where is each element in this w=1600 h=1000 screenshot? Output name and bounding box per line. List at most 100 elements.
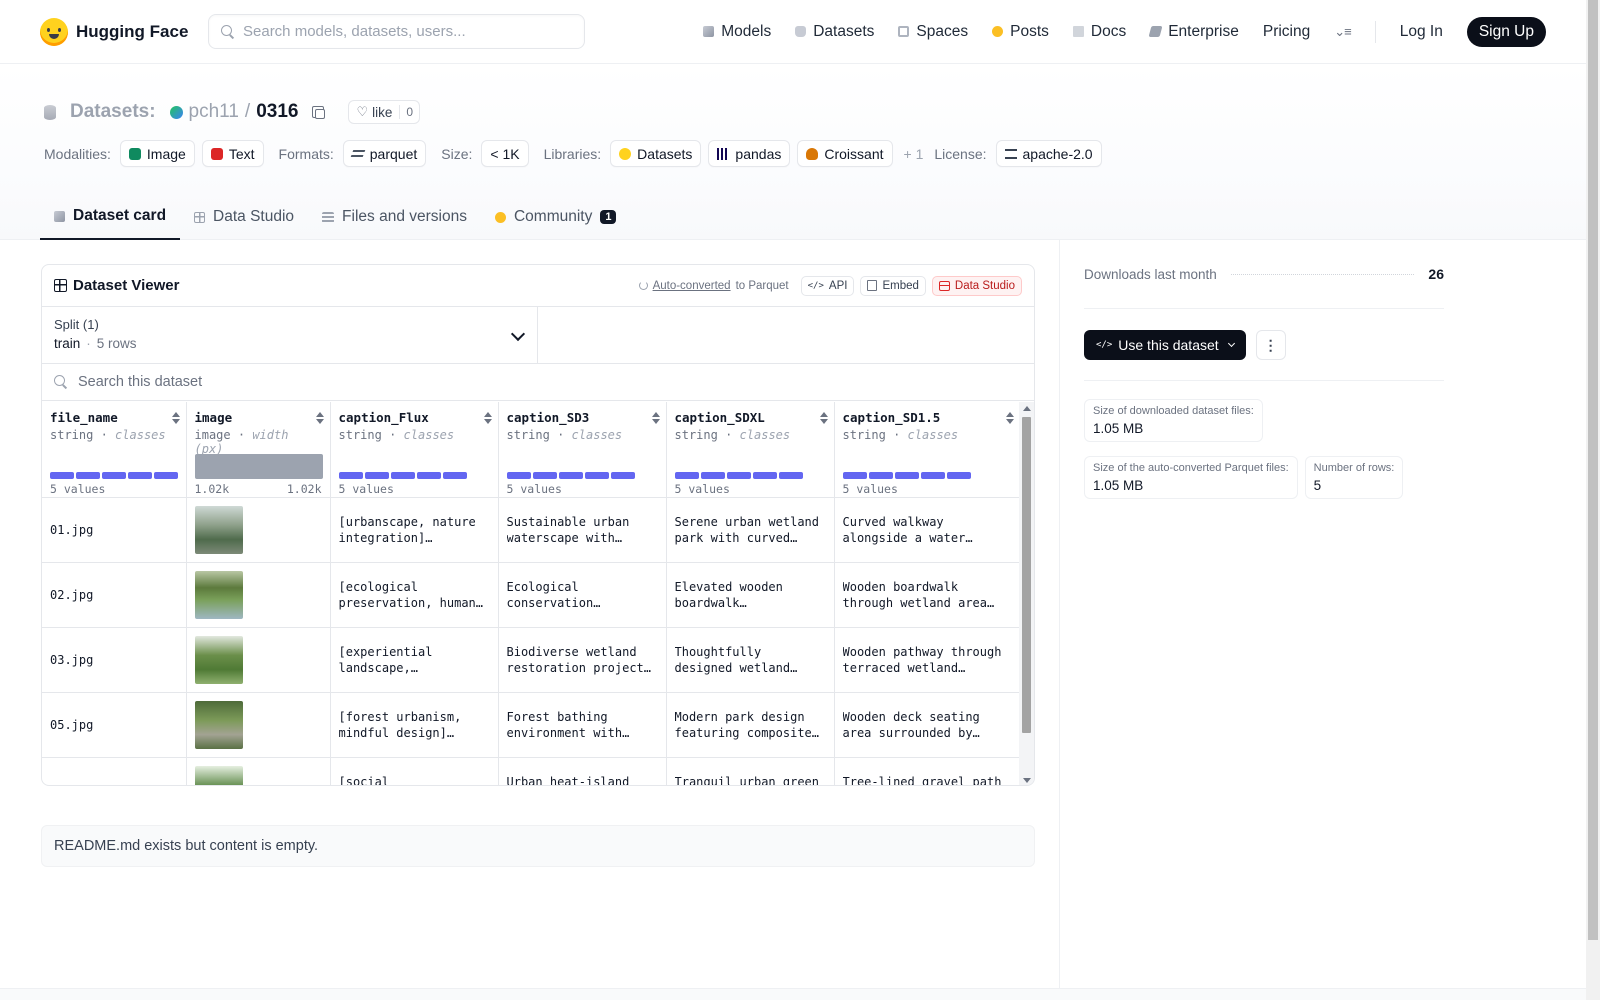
cell-caption-sd15[interactable]: Wooden boardwalk through wetland area… [834,562,1020,628]
cell-caption-sd15[interactable]: Tree-lined gravel path [834,757,1020,785]
class-bar[interactable] [920,472,945,479]
class-bar[interactable] [506,472,531,479]
class-bar[interactable] [946,472,971,479]
sort-icon[interactable] [171,412,180,424]
brand-link[interactable]: Hugging Face [40,17,204,46]
cell-caption-flux[interactable]: [urbanscape, nature integration] Circula… [330,497,499,563]
class-bar[interactable] [442,472,467,479]
width-histogram[interactable] [194,454,323,479]
image-thumbnail[interactable] [194,700,243,749]
scroll-up-icon[interactable] [1023,406,1031,411]
cell-caption-flux[interactable]: [social [330,757,499,785]
scrollbar-thumb[interactable] [1022,417,1031,733]
sort-icon[interactable] [651,412,660,424]
cell-caption-sdxl[interactable]: Elevated wooden boardwalk meandering… [666,562,835,628]
class-bar[interactable] [76,472,100,479]
cell-file-name[interactable]: 01.jpg [42,497,187,563]
cell-caption-sd15[interactable]: Curved walkway alongside a water… [834,497,1020,563]
cell-caption-sd3[interactable]: Ecological conservation wetland… [498,562,667,628]
more-libraries[interactable]: + 1 [904,146,924,162]
table-row[interactable]: 02.jpg [ecological preservation, human… … [42,562,1020,628]
embed-button[interactable]: Embed [860,275,926,296]
class-bar[interactable] [364,472,389,479]
cell-image[interactable] [186,627,331,693]
tag-image[interactable]: Image [119,140,195,167]
image-thumbnail[interactable] [194,570,243,619]
repo-type-link[interactable]: Datasets: [70,101,156,123]
class-bar[interactable] [700,472,725,479]
class-bar[interactable] [128,472,152,479]
more-options-button[interactable]: ⋮ [1255,329,1286,360]
cell-caption-sd3[interactable]: Urban heat-island [498,757,667,785]
class-bar[interactable] [416,472,441,479]
image-thumbnail[interactable] [194,635,243,684]
page-scrollbar-thumb[interactable] [1588,0,1598,940]
tab-community[interactable]: Community 1 [481,194,631,240]
class-bar[interactable] [558,472,583,479]
tag-parquet[interactable]: parquet [342,140,427,167]
login-link[interactable]: Log In [1400,23,1443,41]
cell-caption-sdxl[interactable]: Serene urban wetland park with curved… [666,497,835,563]
cell-file-name[interactable]: 05.jpg [42,692,187,758]
more-menu-icon[interactable]: ⌄≡ [1334,24,1352,40]
like-count[interactable]: 0 [399,105,419,119]
cell-file-name[interactable]: 02.jpg [42,562,187,628]
tag-croissant[interactable]: Croissant [797,140,893,167]
cell-image[interactable] [186,497,331,563]
class-bar[interactable] [50,472,74,479]
cell-caption-flux[interactable]: [forest urbanism, mindful design]… [330,692,499,758]
cell-caption-flux[interactable]: [ecological preservation, human… [330,562,499,628]
nav-docs[interactable]: Docs [1072,23,1126,41]
image-thumbnail[interactable] [194,505,243,554]
cell-caption-flux[interactable]: [experiential landscape, biophilic… [330,627,499,693]
nav-pricing[interactable]: Pricing [1263,23,1310,41]
class-bar[interactable] [674,472,699,479]
column-header-caption-flux[interactable]: caption_Flux string · classes 5 values [330,402,499,498]
nav-posts[interactable]: Posts [992,23,1049,41]
sort-icon[interactable] [819,412,828,424]
class-bar[interactable] [532,472,557,479]
class-bar[interactable] [102,472,126,479]
cell-caption-sd3[interactable]: Forest bathing environment with… [498,692,667,758]
dataset-search-input[interactable] [78,374,578,390]
class-bar[interactable] [752,472,777,479]
table-row[interactable]: [social Urban heat-island Tranquil urban… [42,757,1020,785]
repo-name-link[interactable]: 0316 [256,101,298,123]
cell-caption-sdxl[interactable]: Modern park design featuring composite… [666,692,835,758]
page-scrollbar[interactable] [1586,0,1600,1000]
class-bar[interactable] [868,472,893,479]
split-selector[interactable]: Split (1) train · 5 rows [42,307,538,363]
nav-models[interactable]: Models [703,23,771,41]
cell-image[interactable] [186,692,331,758]
tab-data-studio[interactable]: Data Studio [180,194,308,240]
auto-converted-link[interactable]: Auto-converted [653,280,731,292]
tag-text[interactable]: Text [201,140,264,167]
like-button[interactable]: ♡ like [349,104,399,120]
tag-pandas[interactable]: pandas [708,140,791,167]
api-button[interactable]: </> API [800,275,855,296]
tag-datasets-lib[interactable]: Datasets [610,140,702,167]
class-bar[interactable] [390,472,415,479]
cell-caption-sd3[interactable]: Sustainable urban waterscape with gentl… [498,497,667,563]
use-this-dataset-button[interactable]: </> Use this dataset [1084,329,1246,360]
cell-caption-sdxl[interactable]: Thoughtfully designed wetland garden wit… [666,627,835,693]
table-row[interactable]: 05.jpg [forest urbanism, mindful design]… [42,692,1020,758]
column-header-file-name[interactable]: file_name string · classes 5 values [42,402,187,498]
column-header-caption-sdxl[interactable]: caption_SDXL string · classes 5 values [666,402,835,498]
cell-caption-sd15[interactable]: Wooden pathway through terraced wetland… [834,627,1020,693]
nav-datasets[interactable]: Datasets [795,23,874,41]
owner-link[interactable]: pch11 [189,101,239,123]
nav-spaces[interactable]: Spaces [898,23,968,41]
tag-license[interactable]: apache-2.0 [995,140,1102,167]
cell-file-name[interactable] [42,757,187,785]
cell-image[interactable] [186,757,331,785]
table-scrollbar[interactable] [1019,402,1034,785]
table-row[interactable]: 01.jpg [urbanscape, nature integration] … [42,497,1020,563]
tag-size[interactable]: < 1K [481,140,529,167]
copy-icon[interactable] [312,106,326,119]
sort-icon[interactable] [1006,412,1014,424]
tab-files[interactable]: Files and versions [308,194,481,240]
global-search[interactable] [208,14,585,49]
cell-image[interactable] [186,562,331,628]
cell-caption-sdxl[interactable]: Tranquil urban green [666,757,835,785]
